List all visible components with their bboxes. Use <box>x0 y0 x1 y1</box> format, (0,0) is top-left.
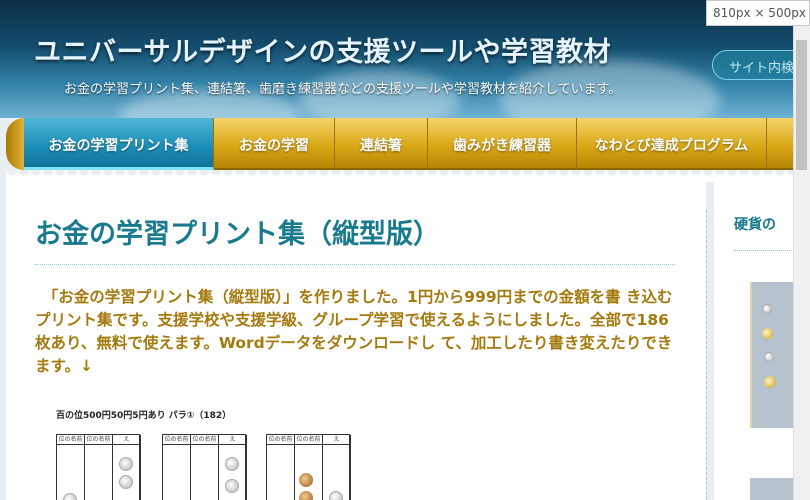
worksheet-column-header: 位の名前 <box>57 436 84 445</box>
worksheet-block: 位の名前 位の名前 え <box>266 434 351 500</box>
nav-item-jump-rope[interactable]: なわとび達成プログラム <box>577 118 767 170</box>
coin-icon <box>329 491 343 500</box>
sidebar-title: 硬貨の <box>734 217 776 233</box>
coin-icon <box>762 328 773 339</box>
worksheet-title: 百の位500円50円5円あり パラ①（182） <box>56 411 232 421</box>
coin-icon <box>119 457 133 471</box>
worksheet-block: 位の名前 位の名前 え <box>162 434 247 500</box>
worksheet-block: 位の名前 位の名前 え <box>56 434 141 500</box>
coin-icon <box>225 457 239 471</box>
coin-icon <box>299 473 313 487</box>
worksheet-column: 位の名前 <box>295 435 323 500</box>
coin-icon <box>764 376 776 388</box>
title-divider <box>35 264 675 265</box>
worksheet-column-header: 位の名前 <box>163 436 190 445</box>
scrollbar-thumb[interactable] <box>796 40 807 170</box>
worksheet-column: 位の名前 <box>57 435 85 500</box>
intro-paragraph: 「お金の学習プリント集（縦型版）」を作りました。1円から999円までの金額を書 … <box>35 288 673 375</box>
nav-item-money-prints[interactable]: お金の学習プリント集 <box>24 118 214 170</box>
coin-icon <box>299 491 313 500</box>
worksheet-preview-image[interactable]: 百の位500円50円5円あり パラ①（182） 位の名前 位の名前 え 位の名前… <box>56 408 356 500</box>
worksheet-column-header: え <box>323 435 350 445</box>
viewport-size-tooltip: 810px × 500px <box>706 0 810 26</box>
nav-item-toothbrush[interactable]: 歯みがき練習器 <box>428 118 577 170</box>
worksheet-column-header: え <box>219 435 246 445</box>
coin-icon <box>63 493 77 500</box>
worksheet-column-header: 位の名前 <box>85 436 112 445</box>
worksheet-column: 位の名前 <box>191 435 219 500</box>
nav-item-chopsticks[interactable]: 連結箸 <box>335 118 428 170</box>
nav-cap <box>6 118 24 170</box>
site-title[interactable]: ユニバーサルデザインの支援ツールや学習教材 <box>34 30 611 69</box>
page-title: お金の学習プリント集（縦型版） <box>35 219 440 250</box>
coin-icon <box>119 475 133 489</box>
content-sidebar-divider <box>706 210 707 500</box>
worksheet-column: 位の名前 <box>163 435 191 500</box>
worksheet-column: 位の名前 <box>85 435 113 500</box>
site-tagline: お金の学習プリント集、連結箸、歯磨き練習器などの支援ツールや学習教材を紹介してい… <box>64 82 622 97</box>
coin-icon <box>764 352 774 362</box>
worksheet-column: 位の名前 <box>267 435 295 500</box>
site-header: ユニバーサルデザインの支援ツールや学習教材 お金の学習プリント集、連結箸、歯磨き… <box>0 0 810 118</box>
main-content: お金の学習プリント集（縦型版） 「お金の学習プリント集（縦型版）」を作りました。… <box>6 182 706 500</box>
coin-icon <box>225 479 239 493</box>
nav-wave-divider <box>6 170 810 182</box>
worksheet-column-header: 位の名前 <box>267 436 294 445</box>
worksheet-column-header: 位の名前 <box>191 436 218 445</box>
nav-item-money-study[interactable]: お金の学習 <box>214 118 335 170</box>
worksheet-column-header: え <box>113 435 140 445</box>
worksheet-column-header: 位の名前 <box>295 436 322 445</box>
main-nav: お金の学習プリント集 お金の学習 連結箸 歯みがき練習器 なわとび達成プログラム <box>6 118 810 170</box>
coin-icon <box>762 304 772 314</box>
